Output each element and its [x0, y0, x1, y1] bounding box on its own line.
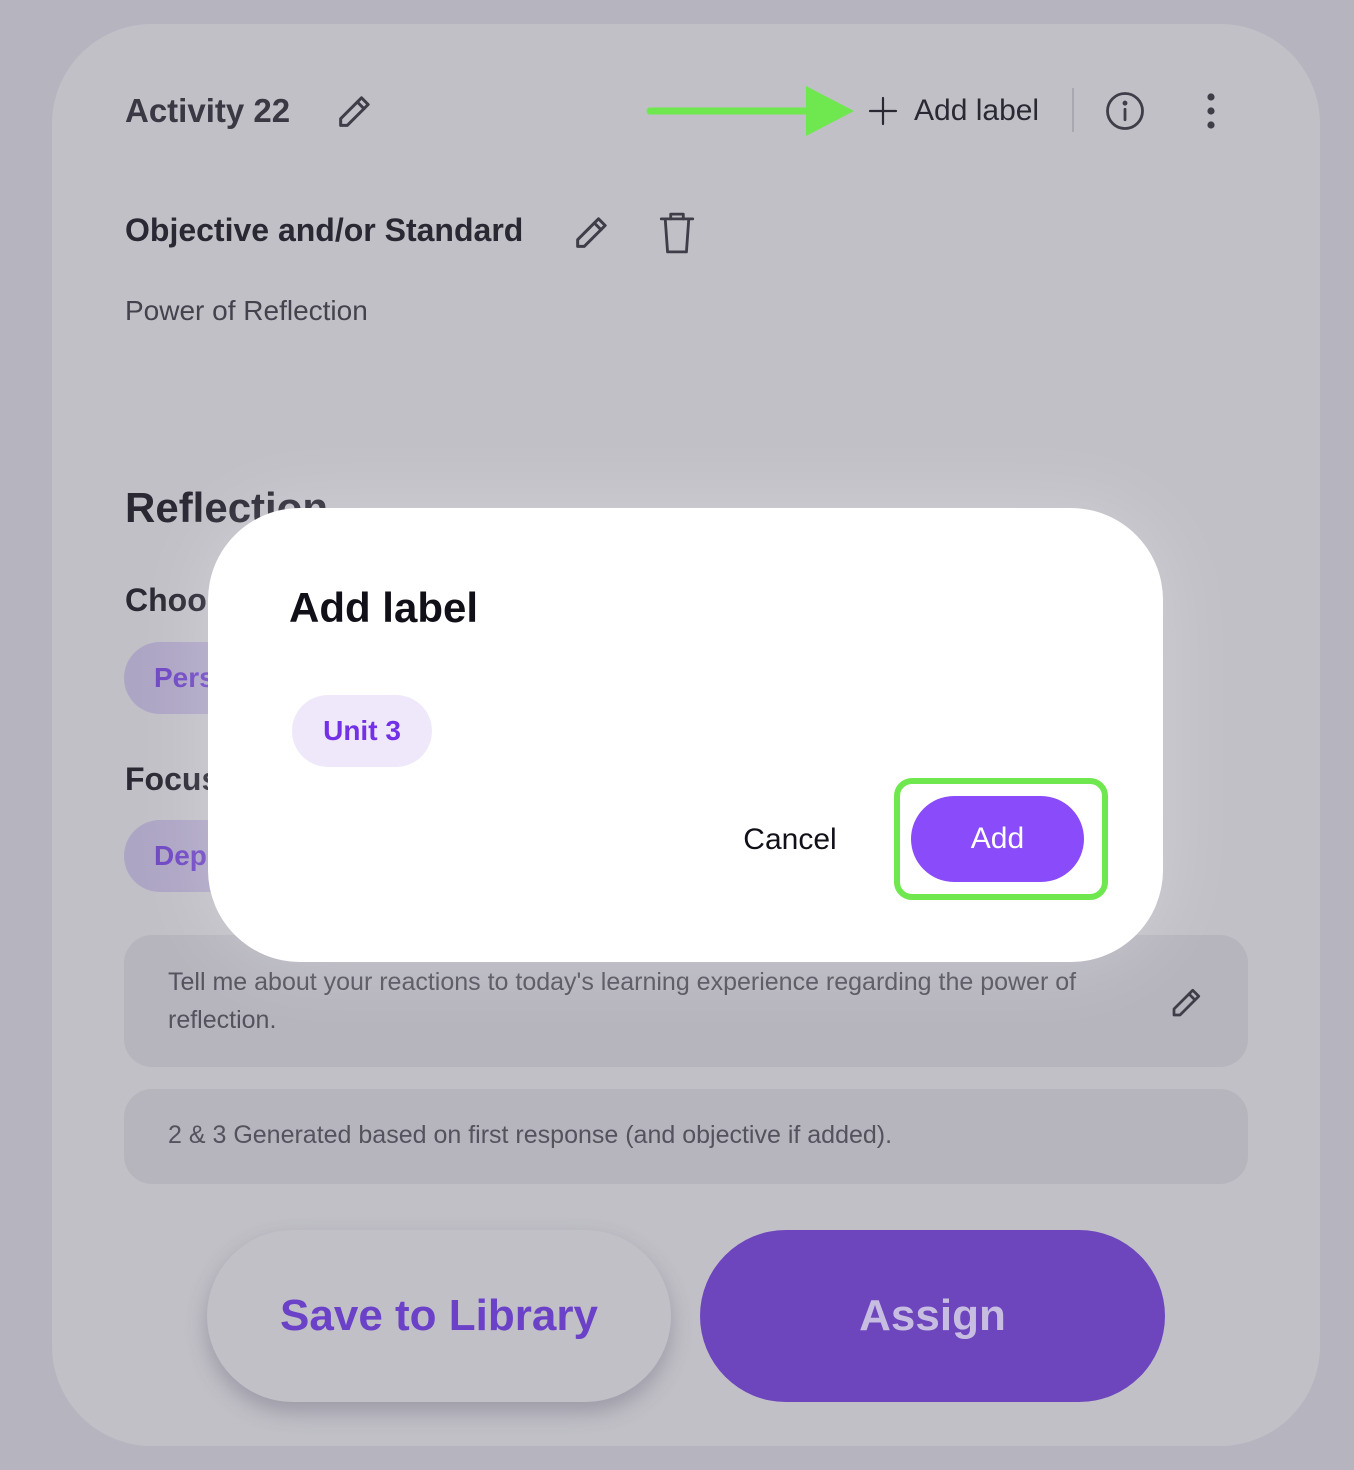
add-button[interactable]: Add	[911, 796, 1084, 882]
more-vertical-icon	[1207, 93, 1215, 129]
activity-title: Activity 22	[125, 92, 291, 129]
arrow-right-icon	[646, 86, 854, 136]
edit-objective-button[interactable]	[568, 210, 614, 256]
pencil-icon	[339, 96, 370, 127]
choose-label: Choo	[125, 582, 207, 618]
info-icon	[1106, 92, 1144, 130]
add-label-dialog: Add label Unit 3 Cancel Add	[208, 508, 1163, 962]
cancel-button[interactable]: Cancel	[726, 808, 854, 872]
edit-prompt-button[interactable]	[1164, 981, 1208, 1025]
label-chip-unit-3[interactable]: Unit 3	[292, 695, 432, 767]
pencil-icon	[576, 217, 607, 248]
generated-note-box: 2 & 3 Generated based on first response …	[124, 1089, 1248, 1184]
generated-note: 2 & 3 Generated based on first response …	[168, 1121, 893, 1149]
delete-objective-button[interactable]	[654, 208, 700, 258]
info-button[interactable]	[1102, 88, 1148, 134]
plus-icon	[868, 96, 898, 126]
focus-label: Focus	[125, 761, 220, 797]
more-options-button[interactable]	[1190, 88, 1232, 134]
add-label-text: Add label	[914, 94, 1040, 127]
header-divider	[1072, 88, 1074, 132]
save-to-library-button[interactable]: Save to Library	[207, 1230, 671, 1402]
trash-icon	[659, 212, 695, 254]
objective-text: Power of Reflection	[125, 295, 368, 326]
edit-title-button[interactable]	[330, 88, 378, 136]
pencil-icon	[1172, 988, 1201, 1017]
prompt-text: Tell me about your reactions to today's …	[168, 968, 1077, 1034]
dialog-title: Add label	[289, 584, 479, 631]
assign-button[interactable]: Assign	[700, 1230, 1165, 1402]
objective-title: Objective and/or Standard	[125, 212, 524, 248]
add-label-button[interactable]: Add label	[868, 88, 1039, 134]
